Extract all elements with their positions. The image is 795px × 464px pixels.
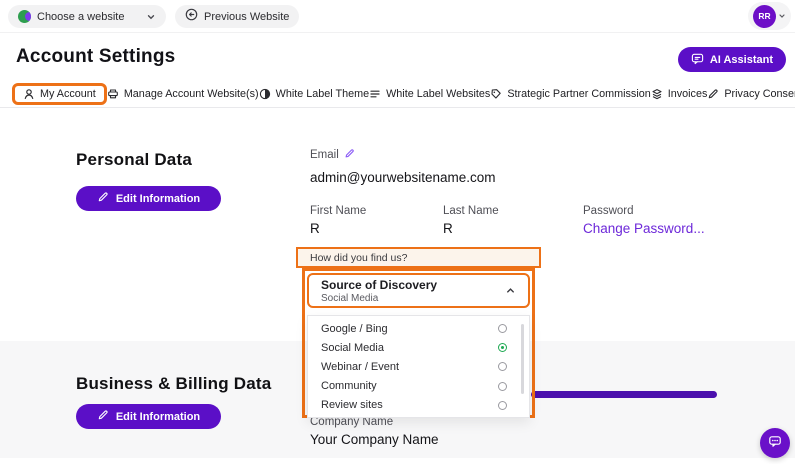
company-name-value: Your Company Name <box>310 432 439 447</box>
tab-white-label-theme[interactable]: White Label Theme <box>259 85 369 103</box>
top-bar: Choose a website Previous Website RR <box>0 0 795 33</box>
arrow-left-circle-icon <box>185 8 198 26</box>
tab-invoices[interactable]: Invoices <box>651 85 708 103</box>
chevron-down-icon <box>146 12 156 22</box>
first-name-value: R <box>310 221 320 236</box>
tab-strategic-partner-commission[interactable]: Strategic Partner Commission <box>490 85 650 103</box>
option-webinar-event[interactable]: Webinar / Event <box>308 357 529 376</box>
tabbar-divider <box>0 107 795 108</box>
website-globe-icon <box>18 10 31 23</box>
lines-icon <box>369 88 381 100</box>
option-label: Google / Bing <box>321 323 388 335</box>
edit-information-label: Edit Information <box>116 193 200 205</box>
tab-label: Strategic Partner Commission <box>507 88 650 100</box>
business-billing-title: Business & Billing Data <box>76 374 271 394</box>
choose-website-label: Choose a website <box>37 11 124 23</box>
email-label-row: Email <box>310 148 355 162</box>
discovery-options-panel: Google / Bing Social Media Webinar / Eve… <box>307 315 530 418</box>
radio-unselected-icon[interactable] <box>498 362 507 371</box>
tab-bar: My Account Manage Account Website(s) Whi… <box>12 81 788 107</box>
password-label: Password <box>583 205 634 217</box>
pencil-icon <box>97 409 109 424</box>
option-label: Webinar / Event <box>321 361 399 373</box>
tag-icon <box>490 88 502 100</box>
user-menu[interactable]: RR <box>748 2 791 30</box>
choose-website-dropdown[interactable]: Choose a website <box>8 5 166 28</box>
personal-data-title: Personal Data <box>76 150 192 170</box>
select-selected-value: Social Media <box>321 293 437 304</box>
email-value: admin@yourwebsitename.com <box>310 170 496 185</box>
change-password-link[interactable]: Change Password... <box>583 221 705 236</box>
ai-assistant-label: AI Assistant <box>710 54 773 66</box>
source-of-discovery-annotation: Source of Discovery Social Media Google … <box>302 268 535 418</box>
tab-label: Invoices <box>668 88 708 100</box>
progress-bar <box>531 391 717 398</box>
tab-manage-account-websites[interactable]: Manage Account Website(s) <box>107 85 259 103</box>
source-of-discovery-select[interactable]: Source of Discovery Social Media <box>307 273 530 308</box>
option-review-sites[interactable]: Review sites <box>308 396 529 415</box>
chat-icon <box>768 434 782 453</box>
radio-unselected-icon[interactable] <box>498 382 507 391</box>
tab-label: Privacy Consents <box>724 88 795 100</box>
option-label: Community <box>321 380 377 392</box>
edit-information-label: Edit Information <box>116 411 200 423</box>
contrast-icon <box>259 88 271 100</box>
avatar: RR <box>753 5 776 28</box>
option-community[interactable]: Community <box>308 377 529 396</box>
tab-label: White Label Theme <box>276 88 369 100</box>
personal-edit-information-button[interactable]: Edit Information <box>76 186 221 211</box>
previous-website-button[interactable]: Previous Website <box>175 5 299 28</box>
email-label: Email <box>310 149 339 161</box>
tab-white-label-websites[interactable]: White Label Websites <box>369 85 490 103</box>
device-icon <box>107 88 119 100</box>
radio-unselected-icon[interactable] <box>498 401 507 410</box>
tab-label: My Account <box>40 88 96 100</box>
chevron-up-icon <box>505 285 516 296</box>
business-edit-information-button[interactable]: Edit Information <box>76 404 221 429</box>
pencil-icon <box>97 191 109 206</box>
tab-label: Manage Account Website(s) <box>124 88 259 100</box>
option-google-bing[interactable]: Google / Bing <box>308 319 529 338</box>
user-icon <box>23 88 35 100</box>
account-settings-page: Choose a website Previous Website RR Acc… <box>0 0 795 464</box>
edit-email-pencil-icon[interactable] <box>344 148 355 162</box>
chat-icon <box>691 52 704 68</box>
layers-icon <box>651 88 663 100</box>
previous-website-label: Previous Website <box>204 11 289 23</box>
last-name-value: R <box>443 221 453 236</box>
tab-label: White Label Websites <box>386 88 490 100</box>
tab-my-account[interactable]: My Account <box>12 83 107 105</box>
chevron-down-icon <box>778 12 786 20</box>
how-did-you-find-us-annotation: How did you find us? <box>296 247 541 268</box>
option-label: Review sites <box>321 399 383 411</box>
how-did-you-find-us-label: How did you find us? <box>310 252 407 264</box>
last-name-label: Last Name <box>443 205 499 217</box>
first-name-label: First Name <box>310 205 366 217</box>
options-scrollbar[interactable] <box>521 324 524 394</box>
pen-icon <box>707 88 719 100</box>
ai-assistant-button[interactable]: AI Assistant <box>678 47 786 72</box>
radio-unselected-icon[interactable] <box>498 324 507 333</box>
tab-privacy-consents[interactable]: Privacy Consents <box>707 85 795 103</box>
option-label: Social Media <box>321 342 384 354</box>
option-social-media[interactable]: Social Media <box>308 338 529 357</box>
radio-selected-icon[interactable] <box>498 343 507 352</box>
page-title: Account Settings <box>16 46 175 68</box>
chat-fab-button[interactable] <box>760 428 790 458</box>
select-label: Source of Discovery <box>321 278 437 292</box>
